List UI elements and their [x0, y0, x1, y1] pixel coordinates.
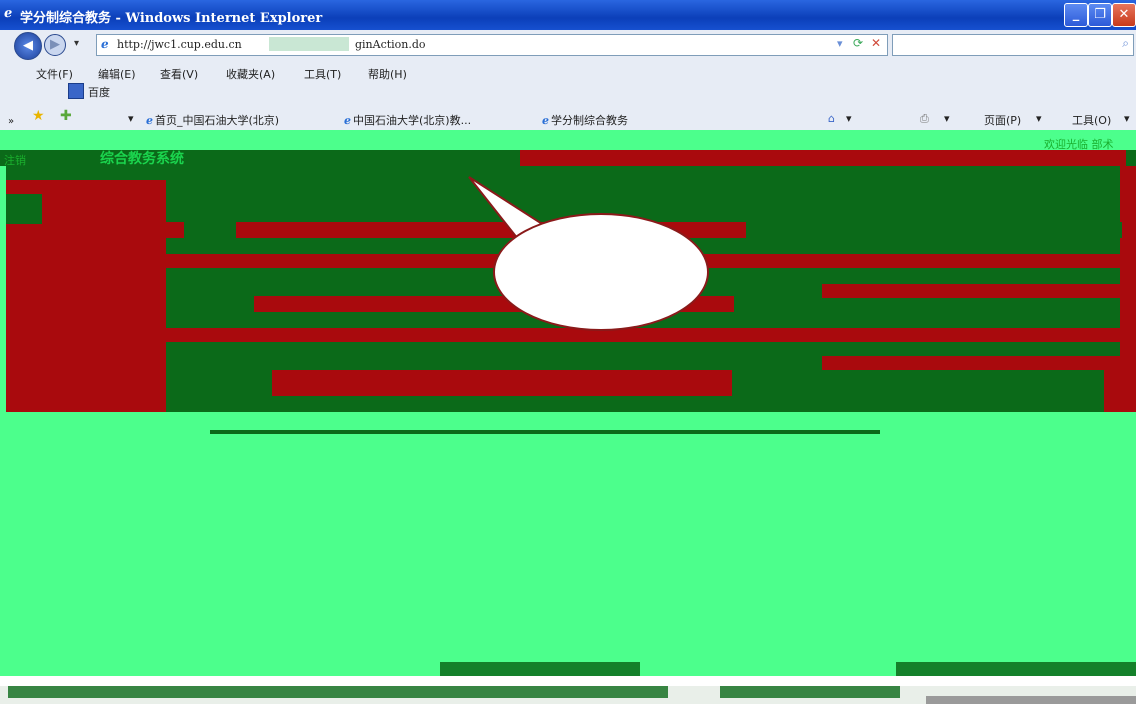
content-row-3-right: [822, 356, 1122, 370]
ie-logo-icon: ℯ: [4, 6, 13, 21]
right-edge-column: [1120, 166, 1136, 412]
forward-button[interactable]: ▶: [44, 34, 66, 56]
ie-page-icon: ℯ: [542, 114, 549, 127]
favorite-link-label: 首页_中国石油大学(北京): [155, 114, 280, 127]
close-window-button[interactable]: ✕: [1112, 3, 1136, 27]
content-row-2-gap: [166, 328, 1120, 342]
content-row-1-label: [184, 222, 236, 238]
header-red-band: [520, 150, 1126, 166]
ie-page-icon: ℯ: [344, 114, 351, 127]
add-favorite-icon[interactable]: ✚: [60, 108, 72, 124]
search-icon[interactable]: ⌕: [1122, 36, 1129, 51]
address-obscured-segment: [269, 37, 349, 51]
content-row-3-edge: [1104, 370, 1120, 412]
content-row-1-right: [746, 222, 1122, 238]
menu-view[interactable]: 查看(V): [160, 66, 198, 82]
stop-icon[interactable]: ✕: [871, 36, 881, 50]
menu-help[interactable]: 帮助(H): [368, 66, 407, 82]
menu-file[interactable]: 文件(F): [36, 66, 73, 82]
favorites-star-icon[interactable]: ★: [32, 108, 45, 124]
minimize-button[interactable]: _: [1064, 3, 1088, 27]
feeds-dropdown-icon[interactable]: ▾: [128, 112, 134, 125]
favorite-link-label: 中国石油大学(北京)教...: [353, 114, 472, 127]
home-dropdown-icon[interactable]: ▾: [846, 112, 852, 125]
print-dropdown-icon[interactable]: ▾: [944, 112, 950, 125]
page-menu-dropdown-icon[interactable]: ▾: [1036, 112, 1042, 125]
menu-favorites[interactable]: 收藏夹(A): [226, 66, 275, 82]
page-menu-button[interactable]: 页面(P): [984, 112, 1021, 128]
home-icon[interactable]: ⌂: [828, 112, 835, 125]
left-menu-item[interactable]: [6, 194, 42, 224]
content-row-2-right: [822, 284, 1122, 298]
print-icon[interactable]: ⎙: [920, 112, 929, 126]
page-bottom-rule: [210, 430, 880, 434]
address-dropdown-icon[interactable]: ▾: [837, 37, 843, 50]
menu-tools[interactable]: 工具(T): [304, 66, 341, 82]
welcome-text: 欢迎光临 部术: [1044, 138, 1114, 151]
restore-button[interactable]: ❐: [1088, 3, 1112, 27]
taskbar-clock-region: [926, 696, 1136, 704]
status-text-region: [440, 662, 640, 676]
tools-menu-button[interactable]: 工具(O): [1072, 112, 1111, 128]
taskbar-items-region[interactable]: [8, 686, 668, 698]
window-title: 学分制综合教务 - Windows Internet Explorer: [20, 11, 323, 26]
favorite-link-jwxt[interactable]: ℯ 学分制综合教务: [542, 112, 628, 128]
favorite-link-cup-teaching[interactable]: ℯ 中国石油大学(北京)教...: [344, 112, 471, 128]
history-dropdown-icon[interactable]: ▾: [74, 38, 79, 49]
ie-page-icon: ℯ: [146, 114, 153, 127]
baidu-link[interactable]: 百度: [88, 84, 110, 100]
page-favicon-icon: ℯ: [101, 37, 109, 51]
tools-menu-dropdown-icon[interactable]: ▾: [1124, 112, 1130, 125]
taskbar-tray-region[interactable]: [720, 686, 900, 698]
back-button[interactable]: ◀: [14, 32, 42, 60]
menu-edit[interactable]: 编辑(E): [98, 66, 136, 82]
callout-bubble: [493, 213, 709, 331]
links-overflow-icon[interactable]: »: [8, 116, 14, 127]
address-text: http://jwc1.cup.edu.cn: [117, 38, 242, 51]
favorite-link-label: 学分制综合教务: [551, 114, 628, 127]
status-zone-region: [896, 662, 1136, 676]
system-title: 综合教务系统: [100, 151, 184, 167]
search-input[interactable]: ⌕: [892, 34, 1134, 56]
baidu-paw-icon: [68, 83, 84, 99]
address-bar[interactable]: ℯ http://jwc1.cup.edu.cn ginAction.do ▾ …: [96, 34, 888, 56]
content-row-3-field: [272, 370, 732, 396]
refresh-icon[interactable]: ⟳: [853, 36, 863, 50]
address-suffix: ginAction.do: [355, 38, 426, 51]
favorite-link-cup-home[interactable]: ℯ 首页_中国石油大学(北京): [146, 112, 279, 128]
